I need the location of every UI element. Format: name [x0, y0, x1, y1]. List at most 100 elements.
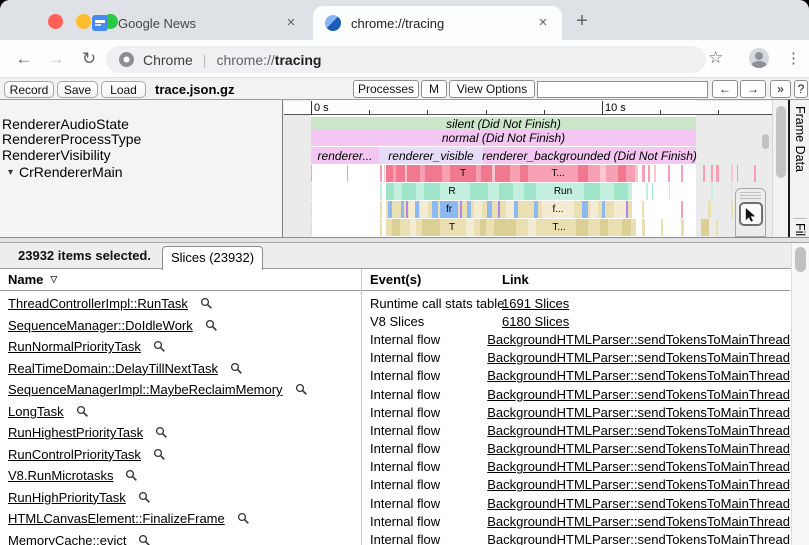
- event-link[interactable]: BackgroundHTMLParser::sendTokensToMainTh…: [487, 423, 790, 438]
- trace-slice[interactable]: [578, 165, 588, 182]
- trace-slice[interactable]: T: [450, 165, 476, 182]
- name-column-header[interactable]: Name: [8, 272, 43, 287]
- collapse-arrow-icon[interactable]: ▾: [8, 167, 13, 178]
- tab-file-size-stats[interactable]: Fil: [793, 218, 807, 236]
- trace-slice[interactable]: [614, 201, 626, 218]
- track-label-renderer-audio-state[interactable]: RendererAudioState: [2, 116, 129, 132]
- new-tab-button[interactable]: +: [568, 8, 596, 36]
- trace-slice[interactable]: [668, 165, 670, 182]
- trace-slice[interactable]: [420, 201, 428, 218]
- trace-slice[interactable]: [731, 165, 733, 182]
- trace-slice[interactable]: [731, 183, 732, 200]
- trace-slice[interactable]: [716, 219, 718, 236]
- trace-slice[interactable]: [576, 219, 588, 236]
- trace-slice[interactable]: [716, 165, 719, 182]
- tab-frame-data[interactable]: Frame Data: [793, 106, 807, 172]
- trace-slice[interactable]: [470, 183, 488, 200]
- slice-name-link[interactable]: MemoryCache::evict: [8, 533, 126, 545]
- event-link[interactable]: BackgroundHTMLParser::sendTokensToMainTh…: [487, 459, 790, 474]
- scrollbar-thumb[interactable]: [776, 106, 786, 178]
- event-link[interactable]: BackgroundHTMLParser::sendTokensToMainTh…: [487, 532, 790, 545]
- slice-name-link[interactable]: SequenceManager::DoIdleWork: [8, 318, 193, 333]
- event-link[interactable]: BackgroundHTMLParser::sendTokensToMainTh…: [487, 514, 790, 529]
- trace-slice[interactable]: [582, 201, 588, 218]
- trace-slice[interactable]: [635, 165, 638, 182]
- tab-google-news[interactable]: Google News ×: [80, 6, 310, 40]
- trace-slice[interactable]: [401, 201, 404, 218]
- trace-slice[interactable]: [460, 201, 462, 218]
- trace-slice[interactable]: [474, 201, 482, 218]
- trace-slice[interactable]: [681, 165, 683, 182]
- magnifier-icon[interactable]: [200, 297, 213, 310]
- event-link[interactable]: BackgroundHTMLParser::sendTokensToMainTh…: [487, 496, 790, 511]
- trace-slice[interactable]: [415, 201, 419, 218]
- trace-slice[interactable]: [480, 219, 486, 236]
- trace-slice[interactable]: [499, 183, 513, 200]
- trace-slice[interactable]: [681, 201, 683, 218]
- trace-slice[interactable]: [622, 219, 631, 236]
- trace-slice[interactable]: [494, 219, 516, 236]
- panel-scrollbar[interactable]: [791, 243, 809, 545]
- trace-slice[interactable]: [347, 165, 348, 182]
- trace-slice[interactable]: [731, 201, 733, 218]
- trace-slice[interactable]: [584, 183, 600, 200]
- trace-slice[interactable]: [487, 201, 492, 218]
- trace-slice[interactable]: T...: [542, 219, 576, 236]
- trace-slice[interactable]: [626, 165, 635, 182]
- trace-slice[interactable]: [481, 165, 492, 182]
- names-table-header[interactable]: Name ▽: [0, 269, 361, 291]
- trace-slice[interactable]: R: [440, 183, 464, 200]
- counter-segment[interactable]: normal (Did Not Finish): [311, 130, 696, 146]
- trace-slice[interactable]: [311, 165, 312, 182]
- find-next-button[interactable]: →: [740, 80, 766, 98]
- trace-slice[interactable]: [498, 201, 500, 218]
- trace-slice[interactable]: [626, 201, 628, 218]
- trace-slice[interactable]: fr: [440, 201, 458, 218]
- slice-name-link[interactable]: ThreadControllerImpl::RunTask: [8, 296, 188, 311]
- tab-tracing[interactable]: chrome://tracing ×: [313, 6, 562, 40]
- event-link[interactable]: BackgroundHTMLParser::sendTokensToMainTh…: [487, 332, 790, 347]
- trace-slice[interactable]: T: [440, 219, 464, 236]
- bookmark-star-icon[interactable]: ☆: [708, 48, 723, 68]
- event-link[interactable]: BackgroundHTMLParser::sendTokensToMainTh…: [487, 405, 790, 420]
- counter-segment[interactable]: silent (Did Not Finish): [311, 117, 696, 130]
- track-label-renderer-process-type[interactable]: RendererProcessType: [2, 131, 141, 147]
- trace-slice[interactable]: [681, 219, 684, 236]
- trace-slice[interactable]: [652, 183, 653, 200]
- magnifier-icon[interactable]: [76, 405, 89, 418]
- trace-slice[interactable]: [534, 201, 538, 218]
- trace-slice[interactable]: [602, 201, 605, 218]
- omnibox[interactable]: Chrome | chrome:// tracing: [106, 46, 706, 73]
- magnifier-icon[interactable]: [153, 340, 166, 353]
- sort-descending-icon[interactable]: ▽: [50, 274, 57, 285]
- trace-slice[interactable]: [311, 219, 312, 236]
- trace-slice[interactable]: [466, 219, 474, 236]
- trace-slice[interactable]: [588, 165, 600, 182]
- metrics-button[interactable]: M: [421, 80, 447, 98]
- event-link[interactable]: 6180 Slices: [502, 314, 569, 329]
- counter-segment[interactable]: renderer_visible: [379, 147, 483, 164]
- trace-slice[interactable]: [442, 165, 450, 182]
- slices-tab[interactable]: Slices (23932): [162, 246, 263, 270]
- trace-slice[interactable]: [737, 165, 738, 182]
- trace-slice[interactable]: [406, 201, 408, 218]
- trace-slice[interactable]: [520, 165, 528, 182]
- trace-slice[interactable]: [654, 165, 656, 182]
- trace-slice[interactable]: [425, 165, 442, 182]
- trace-slice[interactable]: [708, 201, 711, 218]
- event-link[interactable]: BackgroundHTMLParser::sendTokensToMainTh…: [487, 387, 790, 402]
- trace-slice[interactable]: [380, 219, 382, 236]
- slice-name-link[interactable]: RunNormalPriorityTask: [8, 339, 141, 354]
- trace-slice[interactable]: [528, 165, 538, 182]
- trace-slice[interactable]: Run: [546, 183, 580, 200]
- record-button[interactable]: Record: [4, 81, 54, 98]
- trace-slice[interactable]: [703, 165, 705, 182]
- trace-slice[interactable]: [410, 219, 416, 236]
- close-window-button[interactable]: [48, 14, 63, 29]
- event-link[interactable]: BackgroundHTMLParser::sendTokensToMainTh…: [487, 368, 790, 383]
- trace-slice[interactable]: [754, 165, 756, 182]
- back-icon[interactable]: ←: [12, 47, 36, 71]
- drag-grip-icon[interactable]: [740, 192, 761, 200]
- trace-slice[interactable]: [380, 165, 382, 182]
- trace-slice[interactable]: [311, 183, 312, 200]
